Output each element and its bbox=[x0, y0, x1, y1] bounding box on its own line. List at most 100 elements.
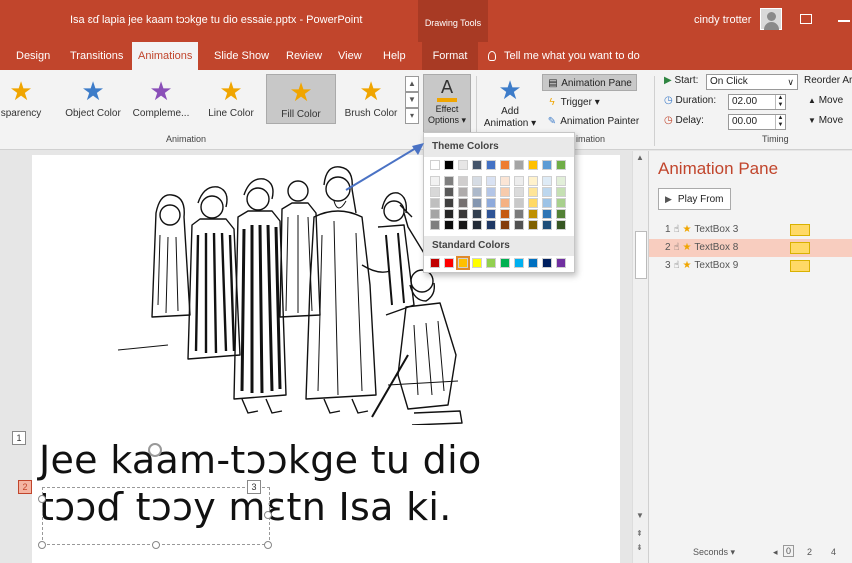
effect-transparency[interactable]: ★ sparency bbox=[0, 74, 56, 124]
duration-spinner-icon[interactable]: ▲ ▼ bbox=[775, 95, 785, 109]
tell-me-box[interactable]: Tell me what you want to do bbox=[488, 42, 640, 70]
tab-review[interactable]: Review bbox=[280, 42, 328, 70]
theme-shade-swatch[interactable] bbox=[458, 209, 468, 219]
gallery-up-icon[interactable]: ▲ bbox=[405, 76, 419, 92]
rotate-handle[interactable] bbox=[148, 443, 162, 457]
tab-animations[interactable]: Animations bbox=[132, 42, 199, 70]
move-earlier-button[interactable]: ▲ Move bbox=[808, 95, 843, 106]
theme-shade-swatch[interactable] bbox=[542, 176, 552, 186]
resize-handle[interactable] bbox=[264, 541, 272, 549]
effect-object-color[interactable]: ★ Object Color bbox=[58, 74, 128, 124]
standard-color-swatch[interactable] bbox=[500, 258, 510, 268]
slide-scrollbar[interactable]: ▲ ▼ ⇞ ⇟ bbox=[632, 151, 648, 563]
standard-color-swatch[interactable] bbox=[542, 258, 552, 268]
next-slide-icon[interactable]: ⇟ bbox=[636, 543, 643, 552]
scroll-down-icon[interactable]: ▼ bbox=[636, 511, 644, 520]
pane-item-textbox-9[interactable]: 3 ☝ ★ TextBox 9 bbox=[649, 257, 852, 275]
theme-shade-swatch[interactable] bbox=[542, 187, 552, 197]
theme-shade-swatch[interactable] bbox=[486, 176, 496, 186]
theme-color-swatch[interactable] bbox=[444, 160, 454, 170]
theme-shade-swatch[interactable] bbox=[472, 198, 482, 208]
theme-shade-swatch[interactable] bbox=[556, 220, 566, 230]
theme-shade-swatch[interactable] bbox=[472, 187, 482, 197]
resize-handle[interactable] bbox=[264, 511, 272, 519]
theme-shade-swatch[interactable] bbox=[472, 209, 482, 219]
theme-shade-swatch[interactable] bbox=[556, 176, 566, 186]
timeline-bar[interactable] bbox=[790, 224, 810, 236]
standard-color-swatch[interactable] bbox=[514, 258, 524, 268]
seconds-dropdown[interactable]: Seconds ▾ bbox=[693, 547, 735, 558]
theme-shade-swatch[interactable] bbox=[500, 187, 510, 197]
animation-tag-3[interactable]: 3 bbox=[247, 480, 261, 494]
gallery-down-icon[interactable]: ▼ bbox=[405, 92, 419, 108]
play-from-button[interactable]: ▶ Play From bbox=[658, 188, 731, 210]
theme-shade-swatch[interactable] bbox=[514, 198, 524, 208]
animation-tag-2[interactable]: 2 bbox=[18, 480, 32, 494]
theme-color-swatch[interactable] bbox=[556, 160, 566, 170]
add-animation-button[interactable]: ★ Add Animation ▾ bbox=[482, 74, 538, 134]
theme-shade-swatch[interactable] bbox=[486, 220, 496, 230]
tab-transitions[interactable]: Transitions bbox=[64, 42, 129, 70]
theme-shade-swatch[interactable] bbox=[458, 198, 468, 208]
theme-color-swatch[interactable] bbox=[500, 160, 510, 170]
trigger-button[interactable]: ϟ Trigger ▾ bbox=[546, 94, 599, 111]
standard-color-swatch[interactable] bbox=[486, 258, 496, 268]
theme-color-swatch[interactable] bbox=[458, 160, 468, 170]
effect-brush-color[interactable]: ★ Brush Color bbox=[336, 74, 406, 124]
theme-shade-swatch[interactable] bbox=[430, 220, 440, 230]
theme-shade-swatch[interactable] bbox=[528, 187, 538, 197]
theme-shade-swatch[interactable] bbox=[542, 198, 552, 208]
theme-shade-swatch[interactable] bbox=[458, 187, 468, 197]
theme-shade-swatch[interactable] bbox=[528, 220, 538, 230]
theme-shade-swatch[interactable] bbox=[556, 209, 566, 219]
theme-shade-swatch[interactable] bbox=[444, 198, 454, 208]
theme-shade-swatch[interactable] bbox=[472, 220, 482, 230]
animation-tag-1[interactable]: 1 bbox=[12, 431, 26, 445]
theme-shade-swatch[interactable] bbox=[528, 198, 538, 208]
theme-shade-swatch[interactable] bbox=[486, 198, 496, 208]
theme-shade-swatch[interactable] bbox=[556, 187, 566, 197]
slide-line-1[interactable]: Jee kaam-tɔɔkge tu dio bbox=[39, 437, 482, 484]
theme-shade-swatch[interactable] bbox=[444, 176, 454, 186]
standard-color-swatch[interactable] bbox=[444, 258, 454, 268]
standard-color-swatch[interactable] bbox=[430, 258, 440, 268]
delay-spinner-icon[interactable]: ▲ ▼ bbox=[775, 115, 785, 129]
theme-color-swatch[interactable] bbox=[528, 160, 538, 170]
ribbon-display-icon[interactable] bbox=[800, 14, 812, 24]
delay-field[interactable]: 00.00 ▲ ▼ bbox=[728, 114, 786, 130]
theme-shade-swatch[interactable] bbox=[542, 220, 552, 230]
theme-color-swatch[interactable] bbox=[542, 160, 552, 170]
standard-color-swatch[interactable] bbox=[472, 258, 482, 268]
theme-shade-swatch[interactable] bbox=[458, 220, 468, 230]
theme-shade-swatch[interactable] bbox=[514, 209, 524, 219]
scroll-left-icon[interactable]: ◂ bbox=[773, 547, 778, 558]
animation-pane-button[interactable]: ▤ Animation Pane bbox=[542, 74, 637, 91]
pane-item-textbox-3[interactable]: 1 ☝ ★ TextBox 3 bbox=[649, 221, 852, 239]
theme-shade-swatch[interactable] bbox=[430, 198, 440, 208]
theme-color-swatch[interactable] bbox=[486, 160, 496, 170]
effect-options-button[interactable]: A Effect Options ▾ bbox=[423, 74, 471, 134]
theme-shade-swatch[interactable] bbox=[514, 187, 524, 197]
theme-shade-swatch[interactable] bbox=[430, 209, 440, 219]
theme-color-swatch[interactable] bbox=[472, 160, 482, 170]
prev-slide-icon[interactable]: ⇞ bbox=[636, 529, 643, 538]
tab-design[interactable]: Design bbox=[10, 42, 56, 70]
standard-color-swatch[interactable] bbox=[556, 258, 566, 268]
theme-shade-swatch[interactable] bbox=[514, 176, 524, 186]
pane-item-textbox-8[interactable]: 2 ☝ ★ TextBox 8 bbox=[649, 239, 852, 257]
minimize-icon[interactable] bbox=[838, 20, 850, 22]
standard-color-swatch[interactable] bbox=[456, 256, 470, 270]
theme-color-swatch[interactable] bbox=[514, 160, 524, 170]
theme-shade-swatch[interactable] bbox=[528, 176, 538, 186]
theme-shade-swatch[interactable] bbox=[444, 187, 454, 197]
resize-handle[interactable] bbox=[38, 495, 46, 503]
theme-shade-swatch[interactable] bbox=[472, 176, 482, 186]
tab-help[interactable]: Help bbox=[377, 42, 412, 70]
move-later-button[interactable]: ▼ Move bbox=[808, 115, 843, 126]
timeline-bar[interactable] bbox=[790, 260, 810, 272]
scroll-thumb[interactable] bbox=[635, 231, 647, 279]
theme-shade-swatch[interactable] bbox=[514, 220, 524, 230]
timeline-bar[interactable] bbox=[790, 242, 810, 254]
theme-shade-swatch[interactable] bbox=[444, 220, 454, 230]
theme-shade-swatch[interactable] bbox=[528, 209, 538, 219]
